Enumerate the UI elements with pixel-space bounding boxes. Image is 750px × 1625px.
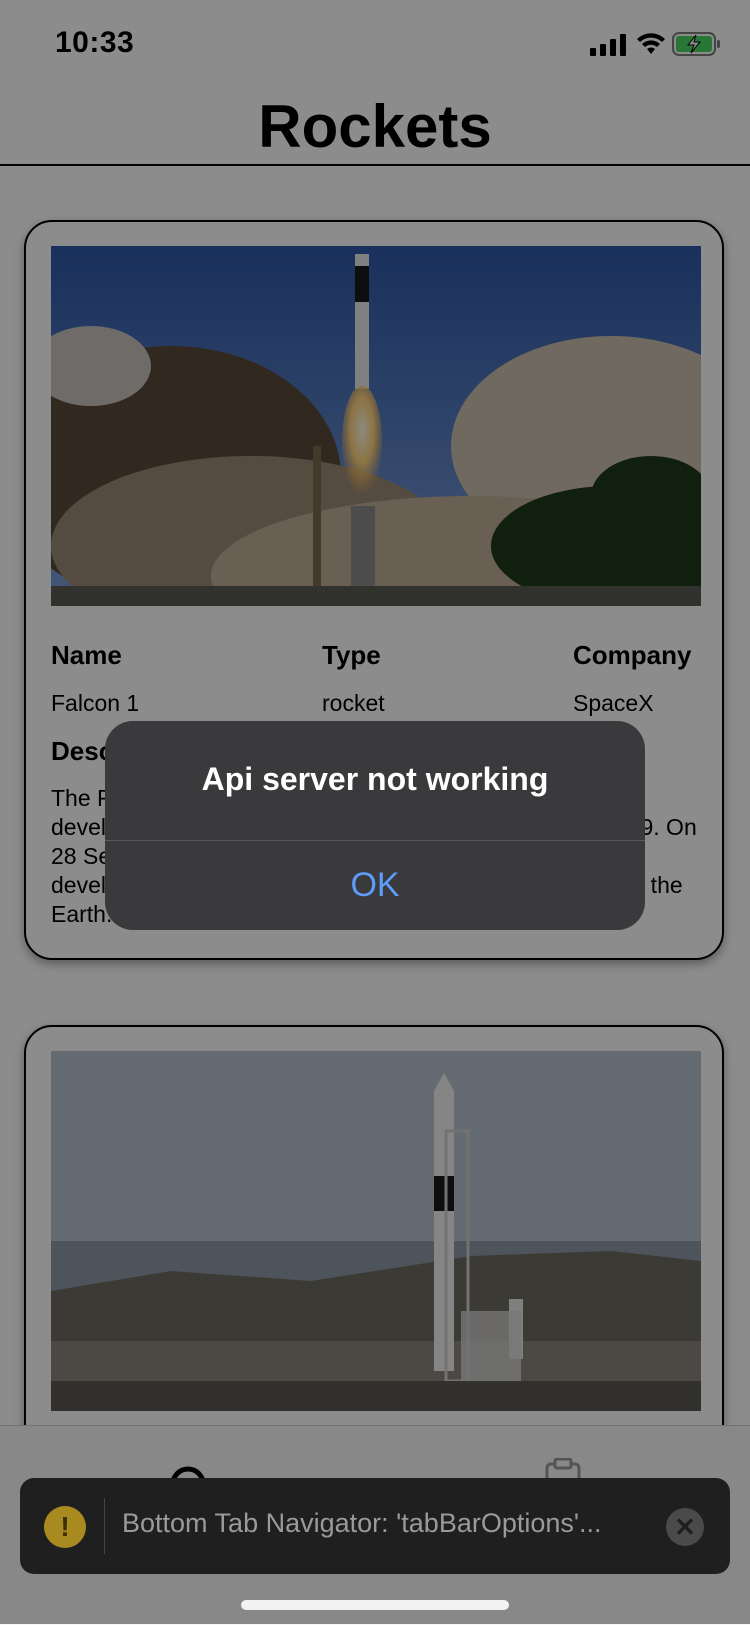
- toast-message: Bottom Tab Navigator: 'tabBarOptions'...: [122, 1508, 602, 1538]
- home-indicator: [241, 1600, 509, 1610]
- warning-toast[interactable]: ! Bottom Tab Navigator: 'tabBarOptions'.…: [20, 1478, 730, 1574]
- warning-icon: !: [44, 1506, 86, 1548]
- ok-button[interactable]: OK: [105, 841, 645, 930]
- alert-title: Api server not working: [201, 761, 549, 797]
- close-icon[interactable]: ✕: [666, 1508, 704, 1546]
- alert-dialog: Api server not working OK: [105, 721, 645, 930]
- toast-divider: [104, 1498, 105, 1554]
